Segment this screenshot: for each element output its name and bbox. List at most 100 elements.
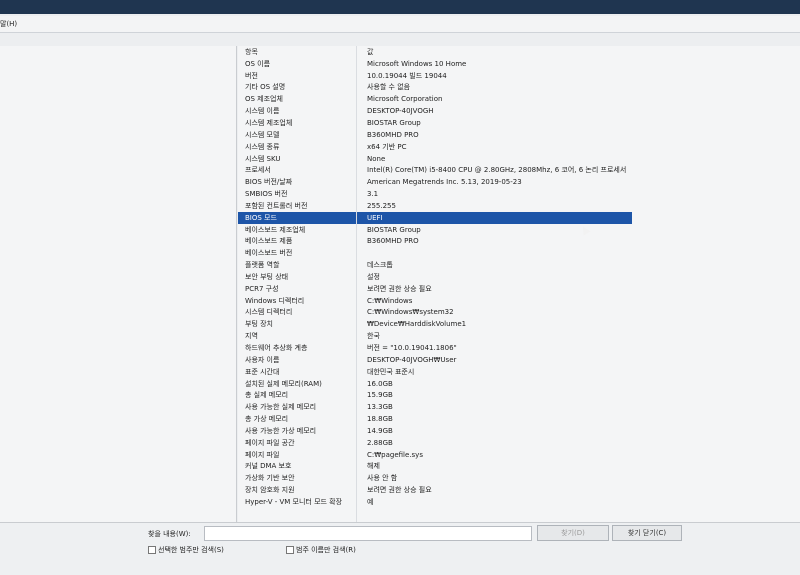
row-value: 대한민국 표준시 [367,367,415,376]
row-value: 15.9GB [367,391,393,400]
search-selected-category-checkbox[interactable]: 선택한 범주만 검색(S) [148,545,224,555]
row-value: 255.255 [367,201,396,210]
table-row[interactable]: 시스템 제조업체 BIOSTAR Group [238,117,632,129]
category-tree-pane[interactable] [0,46,237,522]
table-row[interactable]: 기타 OS 설명 사용할 수 없음 [238,82,632,94]
checkbox-icon [148,546,156,554]
find-button[interactable]: 찾기(D) [537,525,609,541]
table-row[interactable]: 베이스보드 제조업체 BIOSTAR Group [238,224,632,236]
table-row[interactable]: 표준 시간대 대한민국 표준시 [238,366,632,378]
row-item: 시스템 이름 [245,107,280,116]
row-item: 설치된 실제 메모리(RAM) [245,379,322,388]
table-row[interactable]: 베이스보드 제품 B360MHD PRO [238,236,632,248]
table-row[interactable]: 가상화 기반 보안 사용 안 함 [238,472,632,484]
row-item: 장치 암호화 지원 [245,486,295,495]
row-item: Windows 디렉터리 [245,296,305,305]
row-value: 16.0GB [367,379,393,388]
table-row[interactable]: 플랫폼 역할 데스크톱 [238,259,632,271]
row-value: 예 [367,497,374,506]
row-value: DESKTOP-40JVOGH₩User [367,355,457,364]
row-item: 사용 가능한 가상 메모리 [245,426,317,435]
table-row[interactable]: Windows 디렉터리 C:₩Windows [238,295,632,307]
row-value: 14.9GB [367,426,393,435]
row-item: BIOS 버전/날짜 [245,178,293,187]
table-row[interactable]: 총 가상 메모리 18.8GB [238,413,632,425]
table-row[interactable]: SMBIOS 버전 3.1 [238,188,632,200]
row-item: SMBIOS 버전 [245,190,288,199]
table-row[interactable]: OS 이름 Microsoft Windows 10 Home [238,58,632,70]
row-item: 베이스보드 버전 [245,249,293,258]
row-value: C:₩Windows₩system32 [367,308,454,317]
table-row[interactable]: 시스템 이름 DESKTOP-40JVOGH [238,105,632,117]
table-row[interactable]: Hyper-V - VM 모니터 모드 확장 예 [238,496,632,508]
row-item: OS 이름 [245,59,271,68]
table-row[interactable]: 사용자 이름 DESKTOP-40JVOGH₩User [238,354,632,366]
table-row[interactable]: 버전 10.0.19044 빌드 19044 [238,70,632,82]
row-value: 해제 [367,462,380,471]
row-item: 버전 [245,71,258,80]
table-row[interactable]: 보안 부팅 상태 설정 [238,271,632,283]
table-row[interactable]: 시스템 모델 B360MHD PRO [238,129,632,141]
row-value: Microsoft Corporation [367,95,443,104]
row-value: B360MHD PRO [367,237,419,246]
row-value: 버전 = "10.0.19041.1806" [367,344,457,353]
details-table: 항목 값 OS 이름 Microsoft Windows 10 Home 버전 10.… [238,46,632,508]
row-value: 3.1 [367,190,379,199]
row-value: 13.3GB [367,403,393,412]
checkbox-label: 범주 이름만 검색(R) [296,546,356,554]
row-item: 포함된 컨트롤러 버전 [245,201,308,210]
row-item: 총 실제 메모리 [245,391,289,400]
table-header: 항목 값 [238,46,632,58]
table-row[interactable]: 페이지 파일 공간 2.88GB [238,437,632,449]
row-item: 가상화 기반 보안 [245,474,295,483]
row-item: 커널 DMA 보호 [245,462,292,471]
table-row[interactable]: OS 제조업체 Microsoft Corporation [238,93,632,105]
table-row[interactable]: 설치된 실제 메모리(RAM) 16.0GB [238,378,632,390]
table-row[interactable]: 사용 가능한 실제 메모리 13.3GB [238,401,632,413]
find-input[interactable] [204,526,532,541]
table-row[interactable]: 하드웨어 추상화 계층 버전 = "10.0.19041.1806" [238,342,632,354]
column-header-item[interactable]: 항목 [238,46,361,58]
table-row[interactable]: 장치 암호화 지원 보려면 권한 상승 필요 [238,484,632,496]
row-value: 보려면 권한 상승 필요 [367,486,432,495]
column-divider[interactable] [356,46,357,522]
table-row[interactable]: 페이지 파일 C:₩pagefile.sys [238,449,632,461]
row-item: 사용자 이름 [245,355,280,364]
table-row[interactable]: 시스템 SKU None [238,153,632,165]
row-value: 18.8GB [367,415,393,424]
table-row[interactable]: 지역 한국 [238,330,632,342]
row-item: 표준 시간대 [245,367,280,376]
table-row[interactable]: 시스템 디렉터리 C:₩Windows₩system32 [238,307,632,319]
row-value: 설정 [367,272,380,281]
row-item: 프로세서 [245,166,271,175]
close-find-button[interactable]: 찾기 닫기(C) [612,525,682,541]
row-value: Microsoft Windows 10 Home [367,59,467,68]
row-item: 부팅 장치 [245,320,273,329]
row-item: 보안 부팅 상태 [245,272,289,281]
table-row[interactable]: 시스템 종류 x64 기반 PC [238,141,632,153]
table-row[interactable]: 부팅 장치 ₩Device₩HarddiskVolume1 [238,318,632,330]
row-item: 베이스보드 제조업체 [245,225,306,234]
row-value: 보려면 권한 상승 필요 [367,284,432,293]
table-row[interactable]: 총 실제 메모리 15.9GB [238,389,632,401]
column-header-value[interactable]: 값 [361,46,632,58]
row-value: 10.0.19044 빌드 19044 [367,71,447,80]
row-value: C:₩Windows [367,296,413,305]
search-category-names-checkbox[interactable]: 범주 이름만 검색(R) [286,545,356,555]
table-row[interactable]: PCR7 구성 보려면 권한 상승 필요 [238,283,632,295]
table-row[interactable]: 포함된 컨트롤러 버전 255.255 [238,200,632,212]
table-row[interactable]: 커널 DMA 보호 해제 [238,461,632,473]
row-value [361,247,632,259]
table-row[interactable]: 베이스보드 버전 [238,247,632,259]
row-value: DESKTOP-40JVOGH [367,107,434,116]
table-row[interactable]: BIOS 버전/날짜 American Megatrends Inc. 5.13,… [238,176,632,188]
menu-help[interactable]: 말(H) [0,20,17,28]
row-item: PCR7 구성 [245,284,279,293]
row-value: UEFI [361,211,632,224]
table-row[interactable]: BIOS 모드 UEFI [238,211,632,224]
table-row[interactable]: 사용 가능한 가상 메모리 14.9GB [238,425,632,437]
table-row[interactable]: 프로세서 Intel(R) Core(TM) i5-8400 CPU @ 2.80… [238,164,632,176]
row-value: ₩Device₩HarddiskVolume1 [367,320,467,329]
find-label: 찾을 내용(W): [148,530,191,538]
row-item: 시스템 디렉터리 [245,308,293,317]
